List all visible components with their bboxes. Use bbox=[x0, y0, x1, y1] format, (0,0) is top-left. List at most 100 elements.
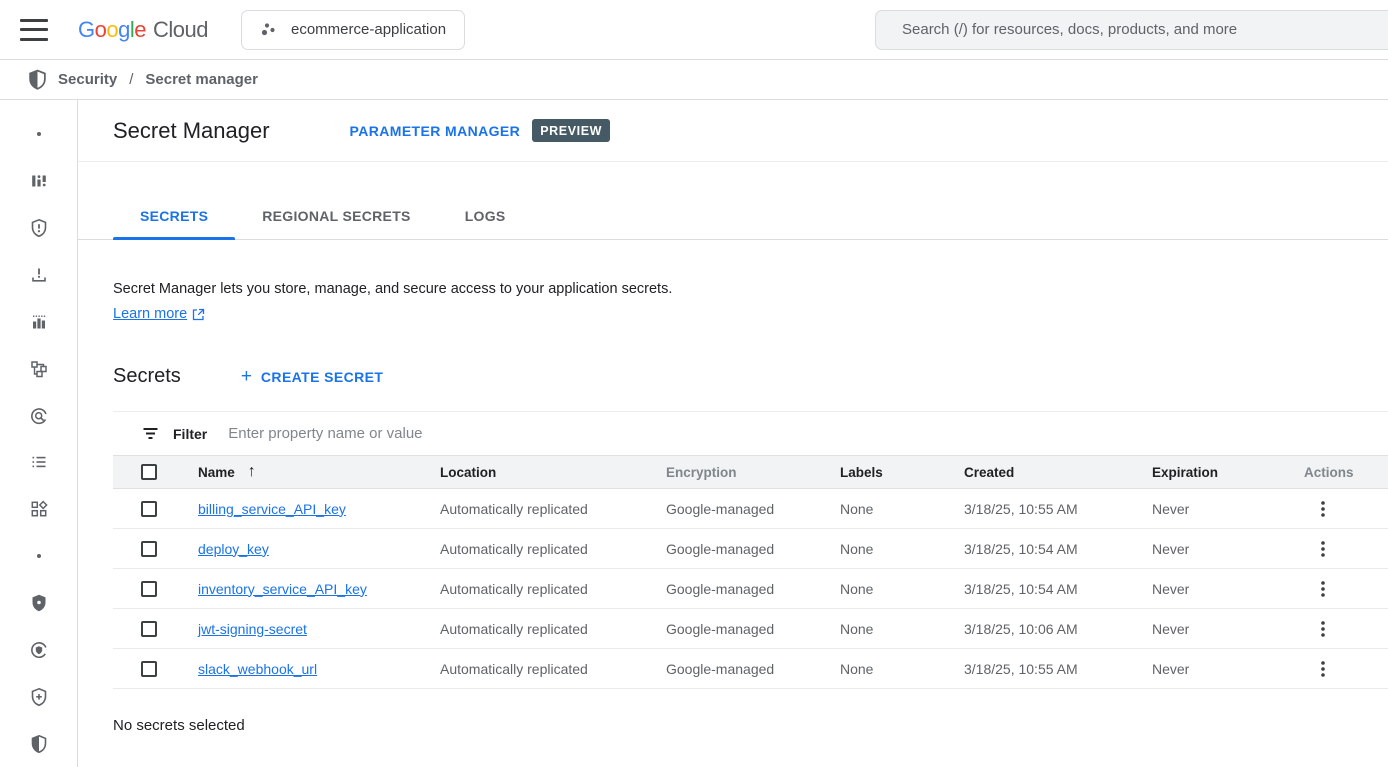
secrets-table: Filter Name ↑ Location Encryption Labels… bbox=[113, 411, 1388, 689]
scan-search-icon bbox=[29, 406, 49, 426]
sidebar-item-shield-alert[interactable] bbox=[15, 205, 63, 252]
secret-expiration: Never bbox=[1152, 581, 1300, 597]
tab-logs[interactable]: LOGS bbox=[438, 208, 533, 239]
sidebar-item-dot-2[interactable] bbox=[15, 533, 63, 580]
tab-bar: SECRETS REGIONAL SECRETS LOGS bbox=[78, 162, 1388, 240]
security-command-center-icon bbox=[29, 171, 49, 191]
column-header-labels[interactable]: Labels bbox=[840, 465, 964, 480]
column-header-location[interactable]: Location bbox=[440, 465, 666, 480]
search-input[interactable] bbox=[876, 21, 1388, 38]
secret-encryption: Google-managed bbox=[666, 661, 840, 677]
filter-label: Filter bbox=[173, 426, 207, 442]
secrets-heading-row: Secrets + CREATE SECRET bbox=[113, 365, 1388, 388]
project-icon bbox=[260, 21, 278, 39]
sidebar-item-shield-dot[interactable] bbox=[15, 580, 63, 627]
select-all-checkbox[interactable] bbox=[141, 464, 157, 480]
row-checkbox[interactable] bbox=[141, 621, 157, 637]
circled-shield-icon bbox=[29, 640, 49, 660]
org-nodes-icon bbox=[29, 359, 49, 379]
secret-encryption: Google-managed bbox=[666, 501, 840, 517]
sidebar-item-shield-plus[interactable] bbox=[15, 673, 63, 720]
column-header-created[interactable]: Created bbox=[964, 465, 1152, 480]
table-body: billing_service_API_key Automatically re… bbox=[113, 489, 1388, 689]
shield-half-icon bbox=[29, 734, 49, 754]
row-checkbox[interactable] bbox=[141, 661, 157, 677]
secret-expiration: Never bbox=[1152, 621, 1300, 637]
findings-list-icon bbox=[29, 452, 49, 472]
row-actions-menu-button[interactable] bbox=[1300, 619, 1340, 639]
sidebar-item-tray-alert[interactable] bbox=[15, 252, 63, 299]
column-header-encryption[interactable]: Encryption bbox=[666, 465, 840, 480]
secret-created: 3/18/25, 10:54 AM bbox=[964, 541, 1152, 557]
secrets-heading: Secrets bbox=[113, 365, 181, 388]
column-header-expiration[interactable]: Expiration bbox=[1152, 465, 1300, 480]
table-row: deploy_key Automatically replicated Goog… bbox=[113, 529, 1388, 569]
apps-diamond-icon bbox=[29, 499, 49, 519]
breadcrumb-secret-manager[interactable]: Secret manager bbox=[145, 71, 258, 88]
kebab-menu-icon bbox=[1314, 579, 1332, 599]
row-actions-menu-button[interactable] bbox=[1300, 579, 1340, 599]
sidebar-item-org-nodes[interactable] bbox=[15, 345, 63, 392]
shield-plus-icon bbox=[29, 687, 49, 707]
secret-expiration: Never bbox=[1152, 541, 1300, 557]
secret-encryption: Google-managed bbox=[666, 541, 840, 557]
learn-more-row: Learn more bbox=[113, 306, 1388, 322]
sidebar-item-dot[interactable] bbox=[15, 111, 63, 158]
secret-labels: None bbox=[840, 501, 964, 517]
parameter-manager-link[interactable]: PARAMETER MANAGER bbox=[350, 123, 521, 139]
bar-chart-icon bbox=[29, 312, 49, 332]
row-checkbox[interactable] bbox=[141, 501, 157, 517]
column-header-name[interactable]: Name ↑ bbox=[198, 463, 440, 481]
table-row: billing_service_API_key Automatically re… bbox=[113, 489, 1388, 529]
secret-name-link[interactable]: deploy_key bbox=[198, 541, 269, 557]
sidebar-item-circled-shield[interactable] bbox=[15, 626, 63, 673]
secret-name-link[interactable]: jwt-signing-secret bbox=[198, 621, 307, 637]
page-title: Secret Manager bbox=[113, 118, 270, 144]
row-actions-menu-button[interactable] bbox=[1300, 539, 1340, 559]
secret-created: 3/18/25, 10:55 AM bbox=[964, 501, 1152, 517]
google-cloud-logo[interactable]: Google Cloud bbox=[78, 17, 208, 43]
secret-created: 3/18/25, 10:55 AM bbox=[964, 661, 1152, 677]
row-actions-menu-button[interactable] bbox=[1300, 499, 1340, 519]
secret-name-link[interactable]: slack_webhook_url bbox=[198, 661, 317, 677]
sidebar-item-shield-half[interactable] bbox=[15, 720, 63, 767]
tab-regional-secrets[interactable]: REGIONAL SECRETS bbox=[235, 208, 437, 239]
secret-name-link[interactable]: inventory_service_API_key bbox=[198, 581, 367, 597]
row-checkbox[interactable] bbox=[141, 541, 157, 557]
breadcrumb-security[interactable]: Security bbox=[58, 71, 117, 88]
secret-labels: None bbox=[840, 541, 964, 557]
project-selector[interactable]: ecommerce-application bbox=[241, 10, 465, 50]
sidebar-item-command-center[interactable] bbox=[15, 158, 63, 205]
security-shield-icon bbox=[27, 69, 48, 90]
tab-secrets[interactable]: SECRETS bbox=[113, 208, 235, 239]
sidebar-item-apps-diamond[interactable] bbox=[15, 486, 63, 533]
sidebar-item-bar-chart[interactable] bbox=[15, 298, 63, 345]
secret-location: Automatically replicated bbox=[440, 581, 666, 597]
selection-status-text: No secrets selected bbox=[113, 717, 1388, 734]
google-logo-word: Google bbox=[78, 17, 146, 43]
filter-input[interactable] bbox=[228, 425, 1388, 442]
create-secret-label: CREATE SECRET bbox=[261, 369, 383, 385]
tray-alert-icon bbox=[29, 265, 49, 285]
sidebar-item-findings-list[interactable] bbox=[15, 439, 63, 486]
top-bar: Google Cloud ecommerce-application bbox=[0, 0, 1388, 60]
dot-icon bbox=[29, 546, 49, 566]
filter-bar[interactable]: Filter bbox=[113, 412, 1388, 455]
page-description: Secret Manager lets you store, manage, a… bbox=[113, 279, 1388, 300]
learn-more-link[interactable]: Learn more bbox=[113, 306, 187, 322]
kebab-menu-icon bbox=[1314, 539, 1332, 559]
secret-location: Automatically replicated bbox=[440, 501, 666, 517]
row-actions-menu-button[interactable] bbox=[1300, 659, 1340, 679]
table-row: slack_webhook_url Automatically replicat… bbox=[113, 649, 1388, 689]
breadcrumb: Security / Secret manager bbox=[0, 60, 1388, 100]
kebab-menu-icon bbox=[1314, 499, 1332, 519]
row-checkbox[interactable] bbox=[141, 581, 157, 597]
sidebar-item-scan-search[interactable] bbox=[15, 392, 63, 439]
menu-icon[interactable] bbox=[20, 19, 48, 41]
sort-ascending-icon: ↑ bbox=[248, 463, 256, 481]
secret-name-link[interactable]: billing_service_API_key bbox=[198, 501, 346, 517]
secret-location: Automatically replicated bbox=[440, 661, 666, 677]
secret-encryption: Google-managed bbox=[666, 621, 840, 637]
search-bar[interactable] bbox=[875, 10, 1388, 50]
create-secret-button[interactable]: + CREATE SECRET bbox=[241, 367, 384, 386]
